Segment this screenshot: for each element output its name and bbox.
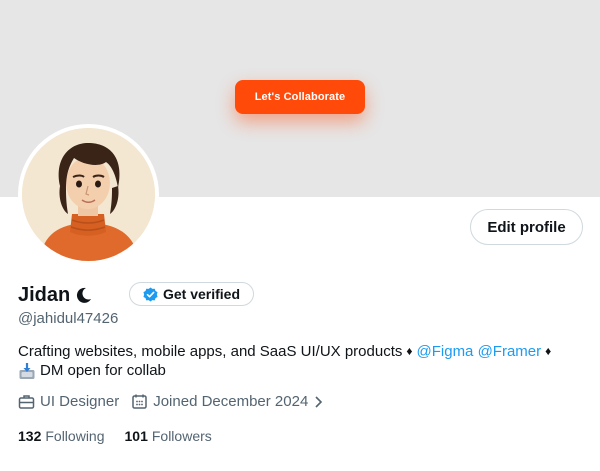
following-count: 132 bbox=[18, 428, 42, 444]
calendar-icon bbox=[131, 393, 148, 410]
get-verified-label: Get verified bbox=[162, 286, 241, 302]
profession-label: UI Designer bbox=[40, 393, 120, 410]
profile-handle: @jahidul47426 bbox=[18, 310, 119, 327]
followers-link[interactable]: 101 Followers bbox=[125, 428, 212, 444]
lets-collaborate-button[interactable]: Let's Collaborate bbox=[235, 80, 365, 114]
following-link[interactable]: 132 Following bbox=[18, 428, 105, 444]
briefcase-icon bbox=[18, 393, 35, 410]
moon-icon bbox=[75, 286, 93, 304]
inbox-tray-icon bbox=[18, 362, 36, 380]
follow-stats: 132 Following 101 Followers bbox=[18, 428, 232, 444]
profile-bio: Crafting websites, mobile apps, and SaaS… bbox=[18, 342, 588, 380]
avatar[interactable] bbox=[18, 124, 159, 265]
joined-item[interactable]: Joined December 2024 bbox=[131, 393, 324, 410]
mention-figma-link[interactable]: @Figma bbox=[417, 342, 474, 361]
joined-label: Joined December 2024 bbox=[153, 393, 309, 410]
profession-item: UI Designer bbox=[18, 393, 119, 410]
mention-framer-link[interactable]: @Framer bbox=[478, 342, 542, 361]
bio-text: Crafting websites, mobile apps, and SaaS… bbox=[18, 343, 403, 360]
diamond-icon: ♦ bbox=[406, 344, 413, 358]
avatar-image bbox=[22, 128, 155, 261]
profile-name-row: Jidan bbox=[18, 282, 93, 308]
followers-count: 101 bbox=[124, 428, 148, 444]
bio-line-2: DM open for collab bbox=[18, 361, 588, 380]
following-label: Following bbox=[45, 428, 105, 444]
followers-label: Followers bbox=[151, 428, 212, 444]
diamond-icon: ♦ bbox=[545, 344, 552, 358]
profile-name: Jidan bbox=[18, 283, 71, 306]
edit-profile-button[interactable]: Edit profile bbox=[470, 209, 583, 245]
verified-badge-icon bbox=[143, 286, 158, 302]
profile-meta: UI Designer Joined December 2024 bbox=[18, 393, 336, 410]
bio-line-1: Crafting websites, mobile apps, and SaaS… bbox=[18, 342, 588, 361]
get-verified-button[interactable]: Get verified bbox=[129, 282, 254, 306]
chevron-right-icon bbox=[312, 395, 324, 409]
bio-line-2-text: DM open for collab bbox=[40, 362, 166, 379]
